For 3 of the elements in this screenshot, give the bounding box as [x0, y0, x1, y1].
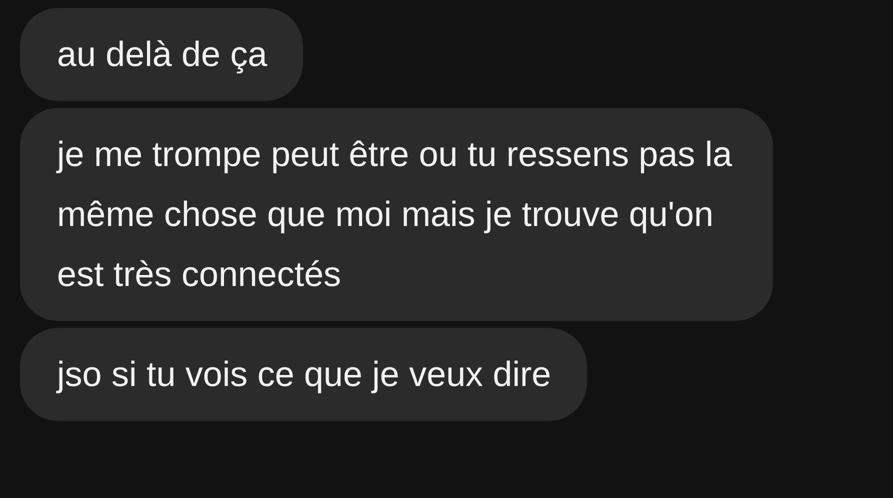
message-bubble: au delà de ça — [20, 8, 304, 101]
message-bubble: jso si tu vois ce que je veux dire — [20, 328, 588, 421]
message-bubble: je me trompe peut être ou tu ressens pas la même chose que moi mais je trouve qu'on est très connectés — [20, 108, 773, 321]
